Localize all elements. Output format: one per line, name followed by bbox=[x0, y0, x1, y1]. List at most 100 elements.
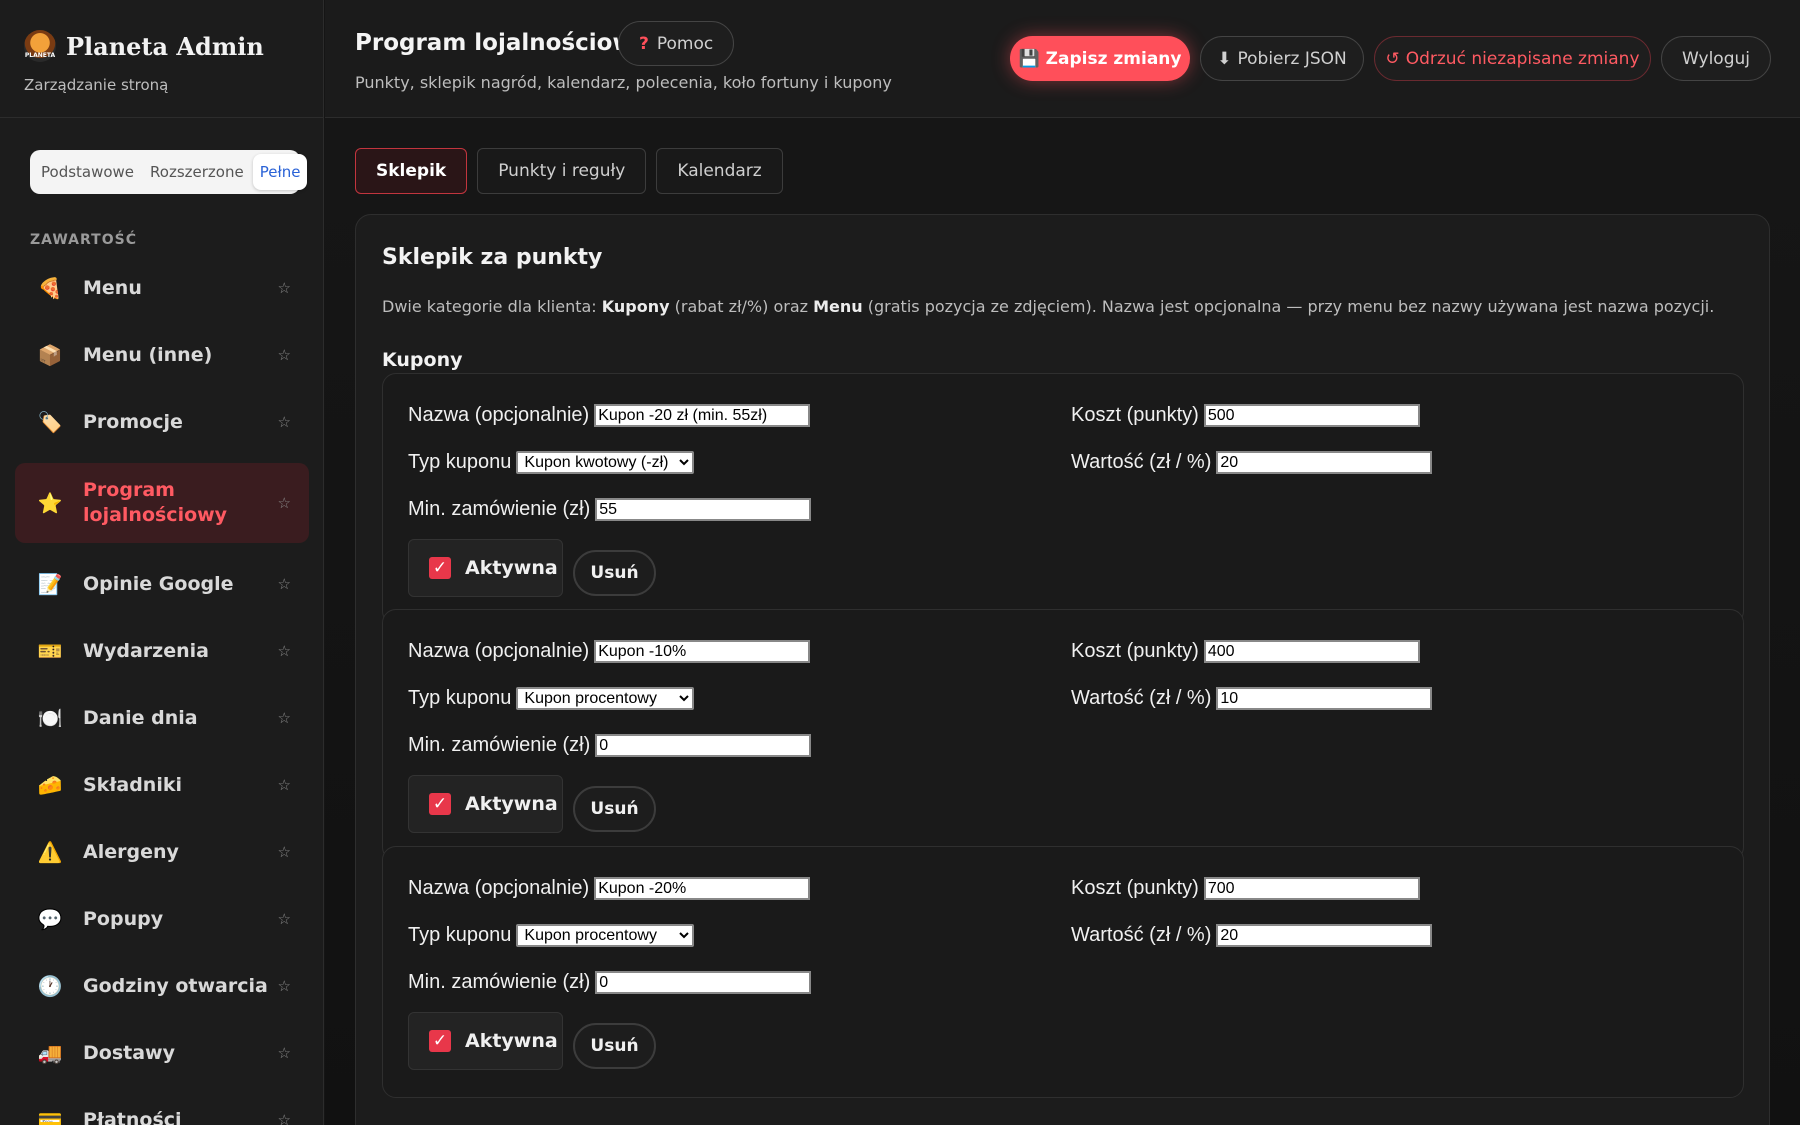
sidebar-item-label: Płatności bbox=[83, 1108, 182, 1125]
coupon-card: Nazwa (opcjonalnie) Typ kuponuKupon proce… bbox=[382, 609, 1744, 861]
value-input[interactable] bbox=[1216, 687, 1433, 710]
shop-title: Sklepik za punkty bbox=[382, 245, 603, 270]
level-option-full[interactable]: Pełne bbox=[252, 154, 308, 190]
min-order-field: Min. zamówienie (zł) bbox=[408, 971, 812, 994]
field-label: Typ kuponu bbox=[408, 451, 512, 473]
tab-calendar[interactable]: Kalendarz bbox=[656, 148, 783, 194]
field-label: Nazwa (opcjonalnie) bbox=[408, 640, 590, 662]
download-json-button[interactable]: ⬇ Pobierz JSON bbox=[1200, 36, 1364, 81]
sidebar-item-label: Dostawy bbox=[83, 1041, 175, 1064]
desc-bold-menu: Menu bbox=[813, 297, 863, 316]
page-subtitle: Punkty, sklepik nagród, kalendarz, polec… bbox=[355, 73, 892, 92]
star-outline-icon[interactable]: ☆ bbox=[278, 1111, 291, 1125]
value-input[interactable] bbox=[1216, 924, 1433, 947]
coupon-type-field: Typ kuponu Kupon kwotowy (-zł) bbox=[408, 451, 695, 474]
sidebar-item[interactable]: 🕐 Godziny otwarcia ☆ bbox=[15, 960, 309, 1012]
coupon-type-select[interactable]: Kupon kwotowy (-zł) bbox=[516, 451, 695, 474]
coupon-card: Nazwa (opcjonalnie) Typ kuponuKupon kwoto… bbox=[382, 373, 1744, 625]
sidebar-section-label: ZAWARTOŚĆ bbox=[30, 232, 137, 248]
value-field: Wartość (zł / %) bbox=[1071, 451, 1433, 474]
min-order-input[interactable] bbox=[595, 498, 812, 521]
warning-icon: ⚠️ bbox=[37, 840, 63, 864]
floppy-disk-icon: 💾 bbox=[1018, 48, 1040, 69]
star-outline-icon[interactable]: ☆ bbox=[278, 910, 291, 928]
field-label: Koszt (punkty) bbox=[1071, 404, 1199, 426]
tab-points-rules[interactable]: Punkty i reguły bbox=[477, 148, 647, 194]
tab-shop[interactable]: Sklepik bbox=[355, 148, 468, 194]
star-outline-icon[interactable]: ☆ bbox=[278, 776, 291, 794]
star-outline-icon[interactable]: ☆ bbox=[278, 642, 291, 660]
discard-changes-button[interactable]: ↺ Odrzuć niezapisane zmiany bbox=[1374, 36, 1651, 81]
desc-part: Dwie kategorie dla klienta: bbox=[382, 297, 602, 316]
sidebar-item-label: Wydarzenia bbox=[83, 639, 209, 662]
cost-points-input[interactable] bbox=[1203, 404, 1420, 427]
field-label: Min. zamówienie (zł) bbox=[408, 971, 591, 993]
active-toggle[interactable]: ✓ Aktywna bbox=[408, 1012, 563, 1070]
sidebar-item[interactable]: 💬 Popupy ☆ bbox=[15, 893, 309, 945]
package-icon: 📦 bbox=[37, 343, 63, 367]
logo-text: PLANETA bbox=[24, 52, 56, 59]
field-label: Typ kuponu bbox=[408, 924, 512, 946]
sidebar-item[interactable]: ⚠️ Alergeny ☆ bbox=[15, 826, 309, 878]
coupon-name-input[interactable] bbox=[594, 404, 811, 427]
coupon-name-input[interactable] bbox=[594, 640, 811, 663]
remove-coupon-button[interactable]: Usuń bbox=[573, 1023, 656, 1069]
desc-part: (gratis pozycja ze zdjęciem). Nazwa jest… bbox=[862, 297, 1715, 316]
logout-button[interactable]: Wyloguj bbox=[1661, 36, 1771, 81]
field-label: Nazwa (opcjonalnie) bbox=[408, 877, 590, 899]
sidebar-item[interactable]: 🍽️ Danie dnia ☆ bbox=[15, 692, 309, 744]
checkmark-icon[interactable]: ✓ bbox=[429, 793, 451, 815]
star-outline-icon[interactable]: ☆ bbox=[278, 346, 291, 364]
star-outline-icon[interactable]: ☆ bbox=[278, 494, 291, 512]
checkmark-icon[interactable]: ✓ bbox=[429, 557, 451, 579]
shop-description: Dwie kategorie dla klienta: Kupony (raba… bbox=[382, 297, 1714, 316]
level-option-extended[interactable]: Rozszerzone bbox=[143, 154, 251, 190]
star-outline-icon[interactable]: ☆ bbox=[278, 575, 291, 593]
brand-title[interactable]: Planeta Admin bbox=[66, 32, 264, 61]
value-input[interactable] bbox=[1216, 451, 1433, 474]
coupon-card: Nazwa (opcjonalnie) Typ kuponuKupon proce… bbox=[382, 846, 1744, 1098]
sidebar-item[interactable]: 🚚 Dostawy ☆ bbox=[15, 1027, 309, 1079]
level-switch: Podstawowe Rozszerzone Pełne bbox=[30, 150, 308, 194]
active-toggle[interactable]: ✓ Aktywna bbox=[408, 775, 563, 833]
save-button[interactable]: 💾 Zapisz zmiany bbox=[1010, 36, 1190, 81]
sidebar-item[interactable]: 🍕 Menu ☆ bbox=[15, 262, 309, 314]
help-button[interactable]: ? Pomoc bbox=[618, 21, 735, 66]
star-outline-icon[interactable]: ☆ bbox=[278, 413, 291, 431]
sidebar-item[interactable]: 📦 Menu (inne) ☆ bbox=[15, 329, 309, 381]
save-label: Zapisz zmiany bbox=[1045, 48, 1182, 69]
coupon-name-field: Nazwa (opcjonalnie) bbox=[408, 640, 811, 663]
star-outline-icon[interactable]: ☆ bbox=[278, 977, 291, 995]
sidebar-item-label: Popupy bbox=[83, 907, 164, 930]
sidebar-item[interactable]: 🏷️ Promocje ☆ bbox=[15, 396, 309, 448]
star-outline-icon[interactable]: ☆ bbox=[278, 709, 291, 727]
coupon-type-select[interactable]: Kupon procentowy bbox=[516, 687, 695, 710]
min-order-input[interactable] bbox=[595, 971, 812, 994]
sidebar-item[interactable]: 🎫 Wydarzenia ☆ bbox=[15, 625, 309, 677]
active-label: Aktywna bbox=[465, 557, 558, 579]
coupon-name-input[interactable] bbox=[594, 877, 811, 900]
cost-points-input[interactable] bbox=[1203, 877, 1420, 900]
cost-points-field: Koszt (punkty) bbox=[1071, 640, 1420, 663]
cost-points-input[interactable] bbox=[1203, 640, 1420, 663]
checkmark-icon[interactable]: ✓ bbox=[429, 1030, 451, 1052]
level-option-basic[interactable]: Podstawowe bbox=[34, 154, 141, 190]
cost-points-field: Koszt (punkty) bbox=[1071, 877, 1420, 900]
sidebar-item[interactable]: 🧀 Składniki ☆ bbox=[15, 759, 309, 811]
sidebar-item[interactable]: 💳 Płatności ☆ bbox=[15, 1094, 309, 1125]
min-order-input[interactable] bbox=[595, 734, 812, 757]
star-outline-icon[interactable]: ☆ bbox=[278, 843, 291, 861]
brand: PLANETA Planeta Admin Zarządzanie stroną bbox=[0, 0, 323, 118]
sidebar-item[interactable]: 📝 Opinie Google ☆ bbox=[15, 558, 309, 610]
active-toggle[interactable]: ✓ Aktywna bbox=[408, 539, 563, 597]
remove-coupon-button[interactable]: Usuń bbox=[573, 550, 656, 596]
sidebar-item[interactable]: ⭐ Program lojalnościowy ☆ bbox=[15, 463, 309, 543]
truck-icon: 🚚 bbox=[37, 1041, 63, 1065]
remove-coupon-button[interactable]: Usuń bbox=[573, 786, 656, 832]
cheese-icon: 🧀 bbox=[37, 773, 63, 797]
star-outline-icon[interactable]: ☆ bbox=[278, 279, 291, 297]
coupon-type-select[interactable]: Kupon procentowy bbox=[516, 924, 695, 947]
sidebar-nav: 🍕 Menu ☆ 📦 Menu (inne) ☆ 🏷️ Promocje ☆ ⭐ Program l… bbox=[15, 262, 309, 1125]
coupon-name-field: Nazwa (opcjonalnie) bbox=[408, 404, 811, 427]
star-outline-icon[interactable]: ☆ bbox=[278, 1044, 291, 1062]
